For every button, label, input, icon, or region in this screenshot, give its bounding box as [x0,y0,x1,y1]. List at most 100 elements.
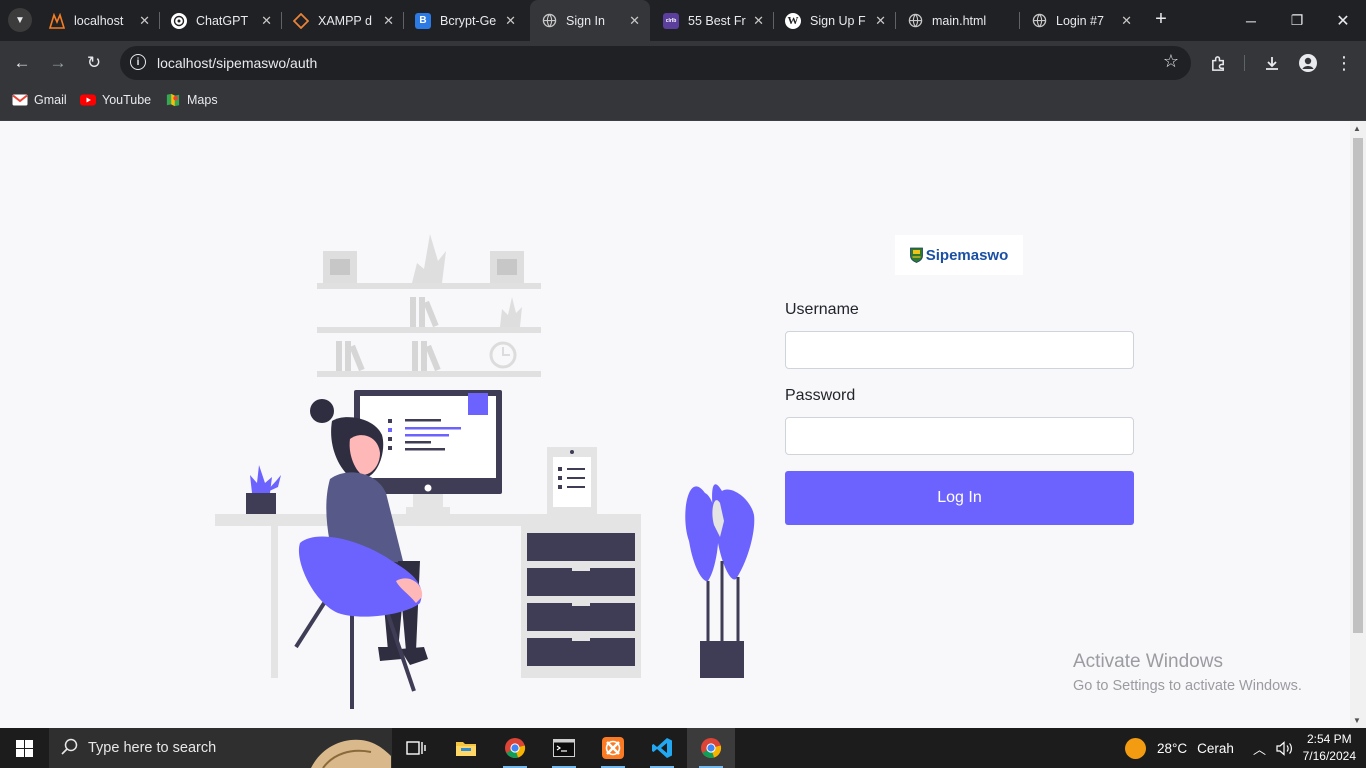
desk-plant-illustration [246,465,281,514]
tab-localhost[interactable]: localhost ✕ [38,0,160,41]
tab-title: Sign Up F [810,13,866,28]
back-arrow-icon[interactable]: ← [10,51,34,75]
password-label: Password [785,387,856,404]
globe-icon [907,13,923,29]
search-icon [61,738,78,760]
terminal-icon[interactable] [540,728,588,768]
desk-illustration [215,514,641,678]
search-placeholder: Type here to search [88,740,217,756]
tab-close-icon[interactable]: ✕ [753,13,764,29]
site-logo: Sipemaswo [895,235,1023,275]
tab-title: XAMPP d [318,13,372,28]
taskbar-search-box[interactable]: Type here to search [49,728,392,768]
clipboard-illustration [547,447,597,514]
chrome-taskbar-icon-active[interactable] [687,728,735,768]
scroll-down-icon[interactable]: ▼ [1353,716,1361,725]
page-scrollbar[interactable]: ▲ ▼ [1350,121,1366,728]
tab-close-icon[interactable]: ✕ [383,13,394,29]
restore-icon[interactable]: ❐ [1274,0,1320,41]
tab-title: main.html [932,13,987,28]
forward-arrow-icon[interactable]: → [46,51,70,75]
sun-weather-icon [1125,737,1146,759]
tab-sign-in[interactable]: Sign In ✕ [530,0,650,41]
tab-close-icon[interactable]: ✕ [505,13,516,29]
logo-text: Sipemaswo [925,246,1009,264]
tab-login-7[interactable]: Login #7 ✕ [1020,0,1142,41]
windows-start-icon[interactable] [0,728,48,768]
tab-chatgpt[interactable]: ChatGPT ✕ [160,0,282,41]
browser-toolbar: ← → ↻ i localhost/sipemaswo/auth ☆ ⋮ [0,41,1366,85]
tab-close-icon[interactable]: ✕ [261,13,272,29]
tab-search-chevron-icon[interactable]: ▼ [8,8,32,32]
chatgpt-icon [171,12,187,29]
address-url[interactable]: localhost/sipemaswo/auth [157,55,317,71]
tab-title: 55 Best Fr [688,13,746,28]
site-info-icon[interactable]: i [130,54,146,70]
extensions-puzzle-icon[interactable] [1206,51,1230,75]
bookmark-youtube[interactable]: YouTube [80,93,151,107]
tab-title: Bcrypt-Ge [440,13,497,28]
bookmark-gmail[interactable]: Gmail [12,93,67,107]
tab-xampp-docs[interactable]: XAMPP d ✕ [282,0,404,41]
tab-close-icon[interactable]: ✕ [875,13,886,29]
colorlib-icon: clrlb [663,12,679,29]
password-input[interactable] [785,417,1134,455]
file-explorer-icon[interactable] [442,728,490,768]
globe-icon [541,13,557,29]
volume-icon[interactable] [1276,728,1293,768]
address-bar[interactable]: i localhost/sipemaswo/auth ☆ [120,46,1191,80]
taskbar-clock[interactable]: 2:54 PM 7/16/2024 [1303,731,1356,765]
tab-main-html[interactable]: main.html [896,0,1020,41]
weather-temp: 28°C [1157,740,1188,756]
page-viewport: Sipemaswo Username Password Log In Activ… [0,121,1366,728]
tab-title: ChatGPT [196,13,249,28]
bcrypt-icon: B [415,12,431,29]
username-label: Username [785,301,859,318]
gmail-icon [12,94,28,106]
globe-icon [1031,13,1047,29]
tab-close-icon[interactable]: ✕ [139,13,150,29]
wordpress-icon: W [785,12,801,29]
minimize-icon[interactable]: ─ [1228,0,1274,41]
login-button[interactable]: Log In [785,471,1134,525]
reload-icon[interactable]: ↻ [82,51,106,75]
tab-title: Sign In [566,13,605,28]
search-highlight-graphic [311,739,391,768]
scroll-up-icon[interactable]: ▲ [1353,124,1361,133]
scrollbar-thumb[interactable] [1353,138,1363,633]
chrome-taskbar-icon[interactable] [491,728,539,768]
bookmark-maps[interactable]: Maps [165,93,218,107]
download-icon[interactable] [1260,51,1284,75]
tab-title: localhost [74,13,124,28]
bookmark-label: Gmail [34,93,67,107]
username-input[interactable] [785,331,1134,369]
weather-desc: Cerah [1197,740,1234,756]
workspace-illustration [215,234,755,709]
youtube-icon [80,94,96,106]
tray-overflow-chevron-icon[interactable]: ︿ [1253,728,1266,768]
watermark-subtitle: Go to Settings to activate Windows. [1073,678,1302,694]
vscode-icon[interactable] [638,728,686,768]
bookmark-star-icon[interactable]: ☆ [1163,51,1179,72]
clock-time: 2:54 PM [1306,732,1352,746]
close-window-icon[interactable]: ✕ [1320,0,1366,41]
bookshelf-illustration [317,234,541,377]
tab-close-icon[interactable]: ✕ [629,13,640,29]
tab-bcrypt[interactable]: B Bcrypt-Ge ✕ [404,0,526,41]
toolbar-divider [1244,55,1245,71]
crest-icon [909,247,923,263]
tab-title: Login #7 [1056,13,1104,28]
bookmarks-bar: Gmail YouTube Maps [0,85,1366,121]
maps-icon [166,93,180,107]
tab-colorlib[interactable]: clrlb 55 Best Fr ✕ [652,0,774,41]
tab-sign-up[interactable]: W Sign Up F ✕ [774,0,896,41]
browser-tab-strip: ▼ localhost ✕ ChatGPT ✕ XAMPP d ✕ B Bcry… [0,0,1366,41]
kebab-menu-icon[interactable]: ⋮ [1332,51,1356,75]
tab-close-icon[interactable]: ✕ [1121,13,1132,29]
clock-date: 7/16/2024 [1302,749,1356,763]
xampp-control-icon[interactable] [589,728,637,768]
weather-widget[interactable]: 28°C Cerah [1125,728,1234,768]
new-tab-plus-icon[interactable]: + [1151,9,1171,31]
profile-avatar-icon[interactable] [1296,51,1320,75]
task-view-icon[interactable] [392,728,440,768]
